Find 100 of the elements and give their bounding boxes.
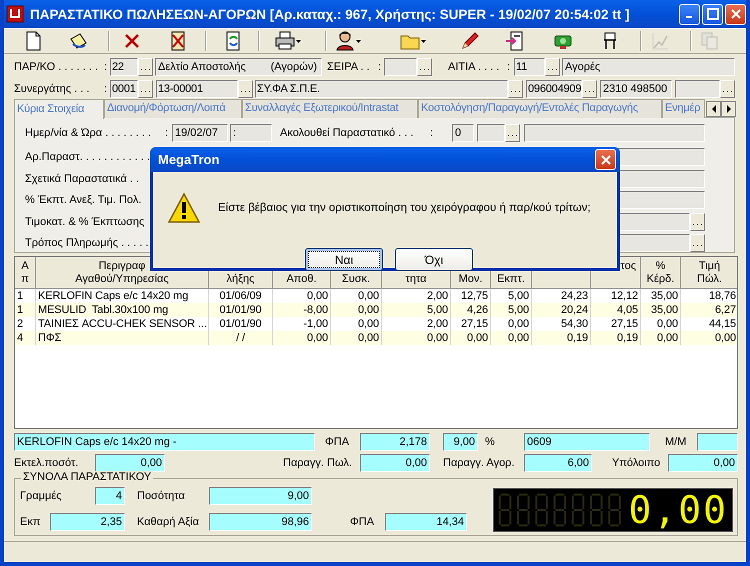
display-value: 0,00 (628, 490, 728, 530)
field-label: Ποσότητα (137, 490, 186, 502)
field-label: Καθαρή Αξία (137, 516, 200, 528)
table-cell: 0,00 (382, 331, 451, 345)
close-button[interactable] (725, 4, 746, 24)
lookup-button[interactable] (417, 58, 432, 76)
input-field[interactable] (524, 124, 705, 142)
input-field[interactable] (384, 58, 417, 76)
dialog-message: Είστε βέβαιος για την οριστικοποίηση του χειρόγραφου ή παρ/κού τρίτων; (218, 202, 591, 214)
input-field[interactable]: ΣΥ.ΦΑ Σ.Π.Ε. (255, 80, 508, 98)
lookup-button[interactable] (505, 124, 520, 142)
input-field[interactable]: 096004909 (526, 80, 582, 98)
table-cell: 4 (15, 331, 36, 345)
field-label: ΠΑΡ/ΚΟ . . . . . . . (14, 61, 100, 73)
scroll-right-button[interactable] (721, 101, 736, 117)
input-field[interactable]: 9,00 (443, 433, 478, 451)
lookup-button[interactable] (508, 80, 523, 98)
input-field[interactable]: 22 (110, 58, 138, 76)
input-field[interactable]: 4 (95, 487, 125, 505)
maximize-button[interactable] (702, 4, 723, 24)
input-field[interactable]: 9,00 (209, 487, 312, 505)
lookup-button[interactable] (238, 80, 253, 98)
field-label: Παραγγ. Αγορ. (443, 457, 516, 469)
input-field[interactable]: : (230, 124, 272, 142)
lookup-button[interactable] (138, 80, 153, 98)
left-arrow-icon[interactable] (710, 105, 716, 113)
caret-icon[interactable] (296, 40, 301, 42)
input-field[interactable]: 0 (452, 124, 474, 142)
input-field[interactable]: 6,00 (524, 454, 592, 472)
column-header[interactable]: Α π (15, 257, 36, 289)
table-cell: MESULID Tabl.30x100 mg (36, 303, 209, 317)
scroll-left-button[interactable] (706, 101, 721, 117)
input-field[interactable]: 13-00001 (156, 80, 238, 98)
field-label: Τιμοκατ. & % Έκπτωσης (25, 216, 146, 228)
table-cell: 0,00 (491, 331, 532, 345)
input-field[interactable] (477, 124, 505, 142)
table-cell: 0,00 (641, 331, 681, 345)
field-label: Εκπ (20, 516, 42, 528)
table-cell: 0,00 (273, 331, 331, 345)
input-field[interactable]: 2310 498500 (600, 80, 672, 98)
warning-icon (167, 192, 201, 224)
input-field[interactable]: 19/02/07 (172, 124, 228, 142)
field-label: % (485, 436, 496, 448)
dialog-button[interactable]: Όχι (395, 248, 473, 271)
lookup-button[interactable] (690, 213, 705, 231)
input-field[interactable]: 0001 (110, 80, 138, 98)
input-field[interactable]: 98,96 (209, 513, 312, 531)
field-label: Συνεργάτης . . . (14, 83, 90, 95)
input-field[interactable]: 2,178 (360, 433, 430, 451)
table-cell: 0,00 (331, 331, 382, 345)
field-label: ΑΙΤΙΑ . . . . (448, 61, 500, 73)
field-label: ΦΠΑ (350, 516, 376, 528)
input-field[interactable]: KERLOFIN Caps e/c 14x20 mg - (14, 433, 315, 451)
table-cell: 6,27 (681, 303, 737, 317)
table-cell: 0,00 (681, 331, 737, 345)
printer-icon[interactable] (274, 30, 296, 52)
lookup-button[interactable] (138, 58, 153, 76)
field-label: Υπόλοιπο (612, 457, 662, 469)
column-header[interactable]: Τιμή Πώλ. (681, 257, 737, 289)
lookup-button[interactable] (690, 234, 705, 252)
table-cell: 20,24 (532, 303, 591, 317)
input-field[interactable]: 0,00 (95, 454, 165, 472)
dialog-button[interactable]: Ναι (305, 248, 383, 271)
field-label: ΣΕΙΡΑ . . (327, 61, 371, 73)
tab[interactable]: Κύρια Στοιχεία (14, 99, 104, 119)
lookup-button[interactable] (582, 80, 597, 98)
field-label: % Έκπτ. Ανεξ. Τιμ. Πολ. (25, 194, 142, 206)
field-label: Παραγγ. Πωλ. (283, 457, 353, 469)
input-field[interactable]: 2,35 (50, 513, 125, 531)
table-cell: 1 (15, 303, 36, 317)
person-icon[interactable] (334, 30, 356, 52)
input-field[interactable]: 0,00 (668, 454, 738, 472)
table-cell: / / (209, 331, 273, 345)
label-colon: : (430, 127, 434, 139)
input-field[interactable]: Αγορές (562, 58, 735, 76)
table-cell: 4,05 (591, 303, 641, 317)
input-field[interactable]: 0,00 (360, 454, 430, 472)
caret-icon[interactable] (356, 40, 361, 42)
minimize-button[interactable] (679, 4, 700, 24)
close-button[interactable] (595, 149, 616, 170)
caret-icon[interactable] (421, 40, 426, 42)
input-field[interactable]: Δελτίο Αποστολής (Αγορών) (155, 58, 322, 76)
close-icon[interactable] (730, 8, 742, 20)
right-arrow-icon[interactable] (726, 105, 732, 113)
field-label: Τρόπος Πληρωμής . . . . . (25, 237, 150, 249)
field-label: Εκτελ.ποσότ. (14, 457, 80, 469)
field-label: Ημερ/νία & Ώρα . . . . . . . . (25, 127, 152, 139)
close-icon[interactable] (600, 154, 612, 166)
input-field[interactable] (697, 433, 738, 451)
lookup-button[interactable] (545, 58, 560, 76)
maximize-icon[interactable] (706, 8, 718, 20)
table-cell: 0,00 (331, 303, 382, 317)
input-field[interactable] (675, 80, 720, 98)
label-colon: : (104, 83, 108, 95)
input-field[interactable]: 0609 (524, 433, 650, 451)
lookup-button[interactable] (720, 80, 735, 98)
input-field[interactable]: 11 (514, 58, 545, 76)
column-header[interactable]: % Κέρδ. (641, 257, 681, 289)
table-cell: -8,00 (273, 303, 331, 317)
input-field[interactable]: 14,34 (385, 513, 467, 531)
